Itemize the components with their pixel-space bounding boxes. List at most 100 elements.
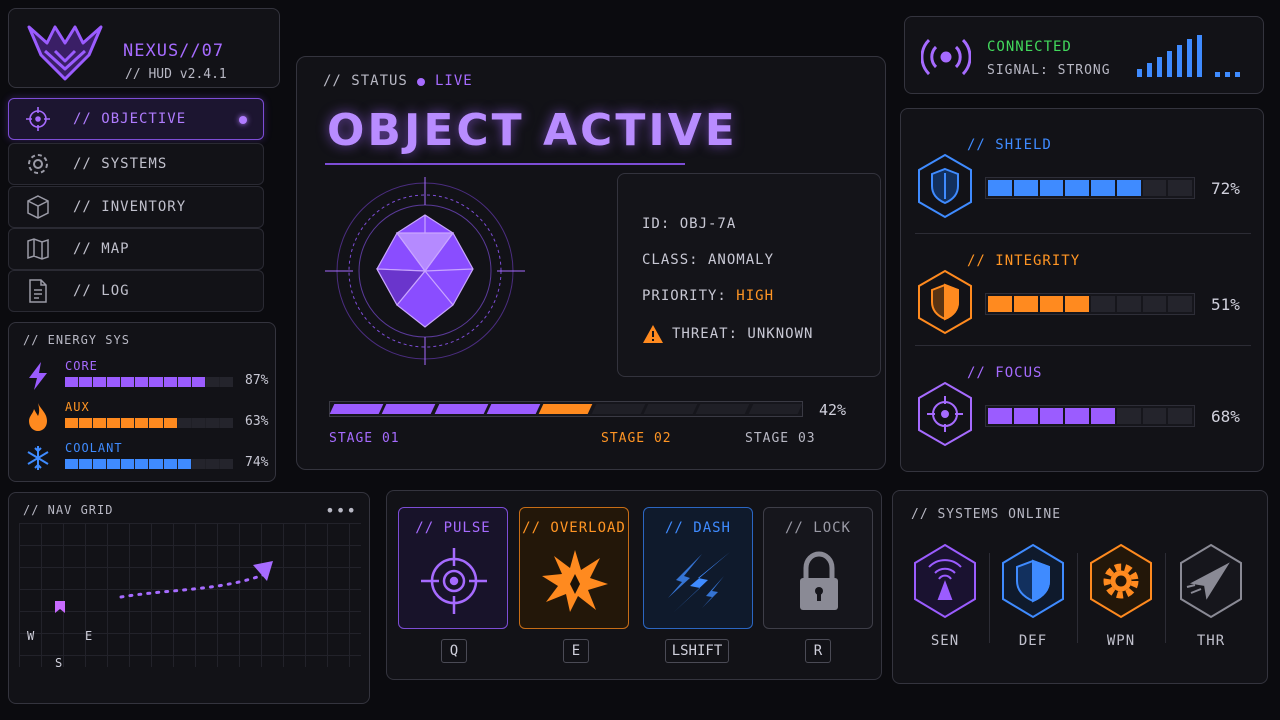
bar-segment [135, 377, 149, 387]
stats-panel: // SHIELD 72% // INTEGRITY 51% // FOCUS … [900, 108, 1264, 472]
broadcast-icon [921, 38, 971, 76]
thruster-icon [1180, 543, 1242, 619]
bar-segment [191, 418, 205, 428]
object-priority: PRIORITY: HIGH [642, 288, 774, 304]
dash-icon [668, 552, 730, 612]
bar-segment [1039, 296, 1064, 312]
lock-icon [800, 551, 838, 610]
priority-value: HIGH [736, 288, 775, 304]
ability-overload[interactable]: // OVERLOAD [519, 507, 629, 629]
nav-item-inventory[interactable]: // INVENTORY [8, 186, 264, 228]
bar-segment [1116, 296, 1141, 312]
nav-grid-title: // NAV GRID [23, 503, 114, 517]
energy-row-coolant: COOLANT 74% [9, 439, 277, 479]
stat-name: // INTEGRITY [967, 253, 1081, 269]
map-icon [23, 234, 53, 264]
bar-segment [79, 459, 93, 469]
bar-segment [121, 459, 135, 469]
progress-value: 42% [819, 401, 847, 419]
active-indicator [239, 116, 247, 124]
stat-value: 68% [1211, 407, 1240, 426]
nav-item-objective[interactable]: // OBJECTIVE [8, 98, 264, 140]
bar-segment [135, 418, 149, 428]
system-thr[interactable]: THR [1173, 543, 1249, 653]
explosion-icon [542, 550, 608, 612]
more-options-icon[interactable]: ••• [325, 501, 357, 520]
cube-icon [23, 192, 53, 222]
bar-segment [149, 418, 163, 428]
keybind-r: R [805, 639, 831, 663]
progress-segment [434, 404, 489, 414]
brand-title: NEXUS//07 [123, 41, 225, 61]
anomaly-crystal-icon [325, 177, 525, 365]
bar-segment [65, 459, 79, 469]
ability-name: // OVERLOAD [522, 520, 626, 536]
object-id: ID: OBJ-7A [642, 216, 737, 232]
stat-shield: // SHIELD 72% [901, 109, 1265, 221]
bar-segment [135, 459, 149, 469]
progress-segment [381, 404, 436, 414]
compass-east: E [85, 629, 93, 643]
bar-segment [65, 418, 79, 428]
nav-item-label: // SYSTEMS [73, 156, 168, 172]
stage-label: STAGE 02 [601, 431, 672, 446]
stat-focus: // FOCUS 68% [901, 337, 1265, 449]
bar-segment [1065, 408, 1089, 424]
lightning-icon [29, 362, 47, 390]
nav-item-systems[interactable]: // SYSTEMS [8, 143, 264, 185]
ability-lock[interactable]: // LOCK [763, 507, 873, 629]
bar-segment [1091, 296, 1115, 312]
signal-bars-icon [1137, 35, 1240, 77]
bar-segment [1065, 296, 1089, 312]
progress-segment [643, 404, 698, 414]
bar-segment [107, 377, 121, 387]
bar-segment [163, 418, 177, 428]
energy-panel: // ENERGY SYS CORE 87% AUX 63% COOLANT 7… [8, 322, 276, 482]
system-sen[interactable]: SEN [907, 543, 983, 653]
bar-segment [988, 408, 1012, 424]
system-def[interactable]: DEF [995, 543, 1071, 653]
bar-segment [1013, 296, 1038, 312]
bar-segment [219, 377, 233, 387]
object-info-box: ID: OBJ-7A CLASS: ANOMALY PRIORITY: HIGH… [617, 173, 881, 377]
bar-segment [1091, 408, 1115, 424]
nav-item-label: // OBJECTIVE [73, 111, 187, 127]
connection-status: CONNECTED [987, 39, 1072, 55]
bar-segment [988, 180, 1012, 196]
nav-item-map[interactable]: // MAP [8, 228, 264, 270]
progress-segment [329, 404, 384, 414]
systems-online-title: // SYSTEMS ONLINE [911, 507, 1062, 522]
bar-segment [205, 377, 219, 387]
threat-text: THREAT: UNKNOWN [672, 326, 814, 342]
abilities-panel: // PULSE // OVERLOAD // DASH // LOCK Q E… [386, 490, 882, 680]
energy-row-aux: AUX 63% [9, 398, 277, 438]
progress-segment [538, 404, 593, 414]
nav-item-log[interactable]: // LOG [8, 270, 264, 312]
stat-bar [985, 177, 1195, 199]
nav-grid-panel: // NAV GRID ••• W E S [8, 492, 370, 704]
system-label: THR [1196, 633, 1226, 649]
priority-label: PRIORITY: [642, 288, 727, 304]
title-underline [325, 163, 685, 165]
ability-dash[interactable]: // DASH [643, 507, 753, 629]
flame-icon [29, 403, 47, 431]
brand-version: // HUD v2.4.1 [125, 67, 227, 82]
bar-segment [205, 459, 219, 469]
status-title: OBJECT ACTIVE [327, 105, 738, 156]
bar-segment [177, 418, 191, 428]
energy-bar [65, 377, 233, 387]
system-wpn[interactable]: WPN [1083, 543, 1159, 653]
bar-segment [1013, 408, 1038, 424]
bar-segment [205, 418, 219, 428]
energy-row-core: CORE 87% [9, 357, 277, 397]
ability-pulse[interactable]: // PULSE [398, 507, 508, 629]
bar-segment [79, 418, 93, 428]
bar-segment [79, 377, 93, 387]
bar-segment [121, 418, 135, 428]
crosshair-icon [421, 548, 487, 614]
live-indicator: LIVE [435, 73, 473, 89]
bar-segment [121, 377, 135, 387]
warning-icon [643, 325, 663, 343]
stat-name: // FOCUS [967, 365, 1043, 381]
stat-name: // SHIELD [967, 137, 1052, 153]
